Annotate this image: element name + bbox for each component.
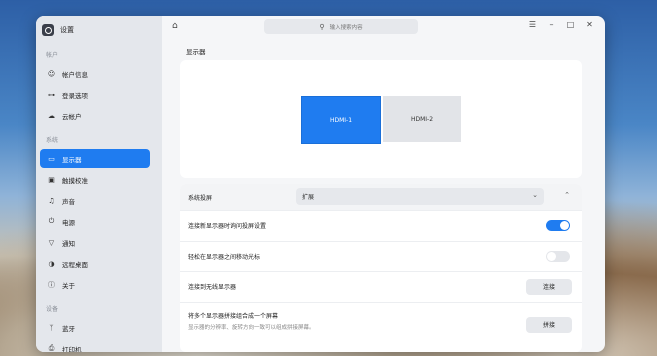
wireless-display-row: 连接到无线显示器 连接 bbox=[180, 271, 582, 303]
maximize-icon[interactable]: □ bbox=[561, 20, 580, 29]
sidebar-item-label: 声音 bbox=[62, 197, 75, 206]
ask-projection-toggle[interactable] bbox=[546, 220, 570, 231]
sidebar-item-label: 关于 bbox=[62, 281, 75, 290]
group-label-devices: 设备 bbox=[46, 306, 59, 313]
connect-button[interactable]: 连接 bbox=[526, 278, 572, 295]
sidebar-item-label: 打印机 bbox=[62, 345, 82, 353]
sidebar-item-notifications[interactable]: ▽ 通知 bbox=[40, 233, 150, 252]
row-sublabel: 显示器的分辨率、旋转方向一致可以组成拼接屏幕。 bbox=[188, 325, 315, 331]
home-icon[interactable]: ⌂ bbox=[172, 21, 178, 31]
remote-desktop-icon: ◑ bbox=[48, 259, 55, 268]
settings-window: 设置 帐户 ☺ 帐户信息 ⊶ 登录选项 ☁ 云帐户 系统 ▭ 显示器 ▣ 触摸校… bbox=[36, 16, 605, 352]
display-settings-panel: 系统投屏 扩展 ⌄ ⌃ 连接新显示器时询问投屏设置 轻松在显示器之间移动光标 连… bbox=[180, 184, 582, 352]
row-label: 连接新显示器时询问投屏设置 bbox=[188, 223, 267, 230]
projection-mode-select[interactable]: 扩展 ⌄ bbox=[296, 188, 544, 205]
sidebar-item-touch-calibration[interactable]: ▣ 触摸校准 bbox=[40, 170, 150, 189]
sidebar-item-cloud-account[interactable]: ☁ 云帐户 bbox=[40, 106, 150, 125]
close-icon[interactable]: ✕ bbox=[580, 20, 599, 29]
power-icon: ⏻ bbox=[48, 217, 55, 225]
sidebar: 设置 帐户 ☺ 帐户信息 ⊶ 登录选项 ☁ 云帐户 系统 ▭ 显示器 ▣ 触摸校… bbox=[36, 16, 162, 352]
sidebar-item-printer[interactable]: ⎙ 打印机 bbox=[40, 339, 150, 352]
sidebar-item-sound[interactable]: ♫ 声音 bbox=[40, 191, 150, 210]
monitor-icon: ▭ bbox=[48, 154, 55, 163]
title-bar: ⌂ ⚲ 输入搜索内容 ☰ – □ ✕ bbox=[162, 16, 605, 38]
group-label-account: 帐户 bbox=[46, 52, 59, 59]
sidebar-item-label: 通知 bbox=[62, 239, 75, 248]
printer-icon: ⎙ bbox=[48, 344, 55, 352]
ask-projection-row: 连接新显示器时询问投屏设置 bbox=[180, 210, 582, 242]
search-icon: ⚲ bbox=[319, 22, 325, 31]
sidebar-item-login-options[interactable]: ⊶ 登录选项 bbox=[40, 85, 150, 104]
window-controls: ☰ – □ ✕ bbox=[523, 20, 599, 29]
sidebar-item-bluetooth[interactable]: ᛉ 蓝牙 bbox=[40, 318, 150, 337]
sidebar-item-about[interactable]: ⓘ 关于 bbox=[40, 275, 150, 294]
sidebar-item-label: 电源 bbox=[62, 218, 75, 227]
toggle-knob bbox=[560, 221, 569, 230]
sidebar-item-label: 云帐户 bbox=[62, 112, 82, 121]
sidebar-item-account-info[interactable]: ☺ 帐户信息 bbox=[40, 64, 150, 83]
splice-screens-row: 将多个显示器拼接组合成一个屏幕 显示器的分辨率、旋转方向一致可以组成拼接屏幕。 … bbox=[180, 302, 582, 347]
move-cursor-row: 轻松在显示器之间移动光标 bbox=[180, 241, 582, 272]
sidebar-item-label: 帐户信息 bbox=[62, 70, 88, 79]
menu-icon[interactable]: ☰ bbox=[523, 20, 542, 29]
toggle-knob bbox=[547, 251, 556, 261]
projection-label: 系统投屏 bbox=[188, 194, 213, 202]
sidebar-item-display[interactable]: ▭ 显示器 bbox=[40, 149, 150, 168]
projection-row: 系统投屏 扩展 ⌄ ⌃ bbox=[180, 184, 582, 211]
user-icon: ☺ bbox=[47, 69, 56, 78]
search-input[interactable]: ⚲ 输入搜索内容 bbox=[264, 19, 418, 34]
monitor-hdmi-2[interactable]: HDMI-2 bbox=[383, 96, 461, 142]
sidebar-item-power[interactable]: ⏻ 电源 bbox=[40, 212, 150, 231]
projection-mode-value: 扩展 bbox=[302, 194, 315, 201]
speaker-icon: ♫ bbox=[48, 196, 55, 205]
move-cursor-toggle[interactable] bbox=[546, 250, 570, 262]
monitor-arrangement-panel: HDMI-1 HDMI-2 bbox=[180, 60, 582, 178]
sidebar-item-label: 显示器 bbox=[62, 155, 82, 164]
search-placeholder: 输入搜索内容 bbox=[329, 24, 363, 31]
touch-icon: ▣ bbox=[48, 175, 55, 184]
minimize-icon[interactable]: – bbox=[542, 20, 561, 29]
sidebar-item-label: 远程桌面 bbox=[62, 260, 88, 269]
main-content: ⌂ ⚲ 输入搜索内容 ☰ – □ ✕ 显示器 HDMI-1 HDMI-2 系统投… bbox=[162, 16, 605, 352]
group-label-system: 系统 bbox=[46, 137, 59, 144]
key-icon: ⊶ bbox=[48, 90, 55, 99]
row-label: 轻松在显示器之间移动光标 bbox=[188, 253, 261, 261]
app-header: 设置 bbox=[36, 16, 162, 40]
app-title: 设置 bbox=[60, 26, 74, 34]
page-title: 显示器 bbox=[186, 48, 206, 56]
cloud-icon: ☁ bbox=[48, 111, 55, 120]
splice-button[interactable]: 拼接 bbox=[526, 316, 572, 333]
row-label: 将多个显示器拼接组合成一个屏幕 bbox=[188, 313, 279, 320]
bell-icon: ▽ bbox=[48, 238, 55, 247]
info-icon: ⓘ bbox=[48, 280, 55, 289]
sidebar-item-label: 触摸校准 bbox=[62, 176, 88, 185]
chevron-up-icon[interactable]: ⌃ bbox=[564, 191, 570, 199]
bluetooth-icon: ᛉ bbox=[49, 323, 54, 332]
settings-app-icon bbox=[42, 24, 54, 36]
chevron-down-icon: ⌄ bbox=[532, 191, 538, 199]
monitor-hdmi-1[interactable]: HDMI-1 bbox=[301, 96, 381, 144]
sidebar-item-label: 蓝牙 bbox=[62, 324, 75, 333]
sidebar-item-remote-desktop[interactable]: ◑ 远程桌面 bbox=[40, 254, 150, 273]
sidebar-item-label: 登录选项 bbox=[62, 91, 88, 100]
row-label: 连接到无线显示器 bbox=[188, 284, 237, 291]
